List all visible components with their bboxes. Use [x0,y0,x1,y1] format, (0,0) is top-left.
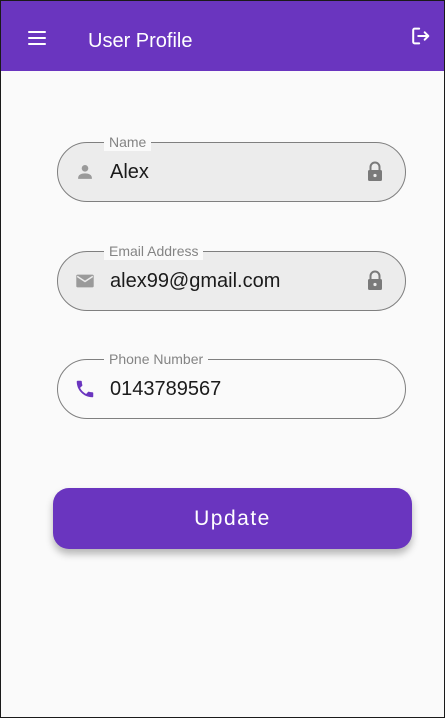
phone-input[interactable] [110,377,340,401]
update-button[interactable]: Update [53,488,412,549]
phone-field-label: Phone Number [104,350,209,368]
email-field-label: Email Address [104,242,204,260]
name-field: Name Alex [57,133,406,202]
phone-field[interactable]: Phone Number [57,350,406,419]
person-icon [74,161,96,183]
mail-icon [74,270,96,292]
hamburger-menu-icon[interactable] [21,23,53,55]
app-bar: User Profile [1,1,444,71]
name-value: Alex [110,161,149,183]
phone-screen: User Profile Name Alex Email Address ale… [0,0,445,718]
lock-icon [365,160,387,184]
logout-icon[interactable] [410,25,442,57]
email-value: alex99@gmail.com [110,270,281,292]
name-field-label: Name [104,133,152,151]
phone-icon [74,378,96,400]
page-title: User Profile [88,30,193,52]
email-field: Email Address alex99@gmail.com [57,242,406,311]
lock-icon [365,269,387,293]
